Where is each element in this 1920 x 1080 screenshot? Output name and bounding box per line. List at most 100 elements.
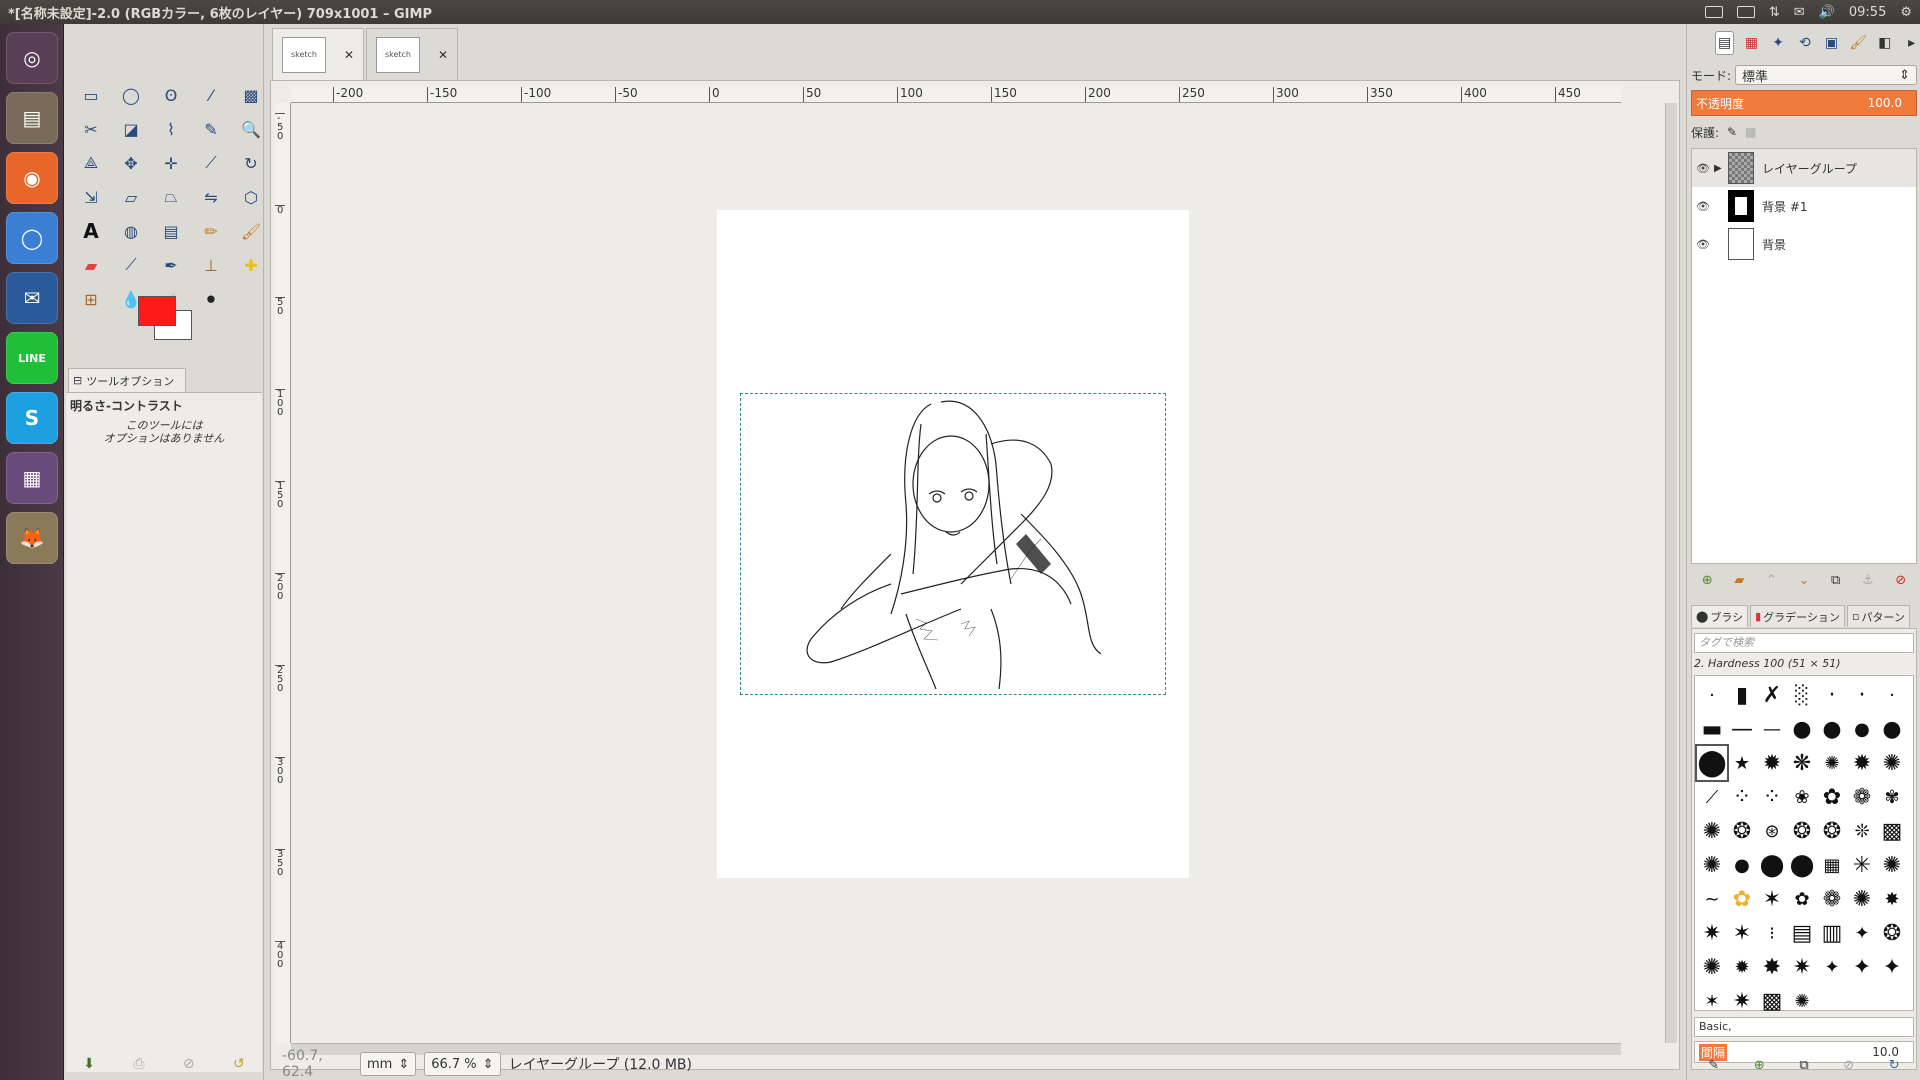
edit-brush-icon[interactable]: ✎ <box>1708 1058 1719 1073</box>
brush-grid[interactable]: · ▮ ✗ ░ · · · ▬ — — ● ● ● ● ⬤ ★ ✹ ❋ ✺ ✹ ✺ ⟋ ⁘ ⁘ ❀ ✿ ❁ ✾ ✺ ❂ ⊛ ❂ ❂ ❊ ▩ ✺ ● ⬤ ⬤ ▦… <box>1694 675 1914 1014</box>
brush-swatch[interactable]: ✺ <box>1847 882 1877 916</box>
image-viewport[interactable] <box>292 104 1621 1044</box>
brush-swatch[interactable]: ⬤ <box>1787 848 1817 882</box>
color-select-icon[interactable]: ▩ <box>238 82 264 108</box>
brush-swatch[interactable]: ✿ <box>1727 882 1757 916</box>
gradient-tab-icon[interactable]: ◧ <box>1876 31 1895 55</box>
brush-swatch[interactable]: ░ <box>1787 678 1817 712</box>
brush-swatch[interactable]: ✷ <box>1697 916 1727 950</box>
launcher-firefox-icon[interactable]: ◉ <box>6 152 58 204</box>
eye-icon[interactable]: 👁 <box>1692 200 1714 213</box>
delete-brush-icon[interactable]: ⊘ <box>1843 1058 1854 1073</box>
zoom-icon[interactable]: 🔍 <box>238 116 264 142</box>
channels-tab-icon[interactable]: ▦ <box>1742 31 1761 55</box>
duplicate-layer-icon[interactable]: ⧉ <box>1831 573 1840 588</box>
save-options-icon[interactable]: ⬇ <box>83 1056 95 1072</box>
layer-row-group[interactable]: 👁 ▶ レイヤーグループ <box>1692 149 1916 187</box>
clock[interactable]: 09:55 <box>1849 5 1886 20</box>
launcher-gimp-icon[interactable]: 🦊 <box>6 512 58 564</box>
brush-preset-select[interactable]: Basic, <box>1694 1017 1914 1037</box>
brush-swatch[interactable]: ~ <box>1697 882 1727 916</box>
brush-swatch[interactable]: ✦ <box>1847 916 1877 950</box>
image-canvas[interactable] <box>717 210 1189 878</box>
brush-swatch[interactable]: ⊛ <box>1757 814 1787 848</box>
brush-swatch[interactable]: ❂ <box>1817 814 1847 848</box>
brush-swatch[interactable]: ● <box>1877 712 1907 746</box>
paths-tab-icon[interactable]: ✦ <box>1769 31 1788 55</box>
foreground-select-icon[interactable]: ◪ <box>118 116 144 142</box>
bucket-fill-icon[interactable]: ◍ <box>118 218 144 244</box>
brush-swatch[interactable]: ✦ <box>1877 950 1907 984</box>
launcher-files-icon[interactable]: ▤ <box>6 92 58 144</box>
opacity-slider[interactable]: 不透明度 100.0 <box>1691 90 1917 116</box>
brush-swatch[interactable]: ❂ <box>1727 814 1757 848</box>
cage-icon[interactable]: ⬡ <box>238 184 264 210</box>
raise-layer-icon[interactable]: ⌃ <box>1766 573 1777 588</box>
brush-swatch[interactable]: ✗ <box>1757 678 1787 712</box>
brush-swatch[interactable]: ✶ <box>1727 916 1757 950</box>
brush-swatch[interactable]: ❁ <box>1847 780 1877 814</box>
paintbrush-icon[interactable]: 🖌 <box>238 218 264 244</box>
zoom-select[interactable]: 66.7 % ⇕ <box>424 1052 501 1076</box>
brush-swatch[interactable]: ▮ <box>1727 678 1757 712</box>
launcher-line-icon[interactable]: LINE <box>6 332 58 384</box>
unit-select[interactable]: mm ⇕ <box>360 1052 417 1076</box>
ellipse-select-icon[interactable]: ◯ <box>118 82 144 108</box>
launcher-dash-icon[interactable]: ◎ <box>6 32 58 84</box>
brush-swatch[interactable]: ▩ <box>1757 984 1787 1018</box>
brush-swatch[interactable]: · <box>1817 678 1847 712</box>
brush-swatch[interactable]: ✿ <box>1817 780 1847 814</box>
close-icon[interactable]: ✕ <box>438 48 448 62</box>
color-picker-icon[interactable]: ✎ <box>198 116 224 142</box>
brush-swatch[interactable]: ✶ <box>1757 882 1787 916</box>
new-layer-icon[interactable]: ⊕ <box>1702 573 1713 588</box>
undo-tab-icon[interactable]: ⟲ <box>1796 31 1815 55</box>
brush-swatch[interactable]: ✺ <box>1697 848 1727 882</box>
lasso-icon[interactable]: ʘ <box>158 82 184 108</box>
brush-swatch[interactable]: ❁ <box>1817 882 1847 916</box>
brush-swatch[interactable]: — <box>1727 712 1757 746</box>
tab-patterns[interactable]: ▫ パターン <box>1846 605 1910 627</box>
duplicate-brush-icon[interactable]: ⧉ <box>1799 1058 1808 1073</box>
brush-swatch[interactable]: ⬤ <box>1757 848 1787 882</box>
scale-icon[interactable]: ⇲ <box>78 184 104 210</box>
vertical-ruler[interactable]: -50 0 50 100 150 200 250 300 350 400 <box>275 103 291 1043</box>
vertical-scrollbar[interactable] <box>1665 103 1677 1043</box>
brush-swatch[interactable]: ● <box>1817 712 1847 746</box>
network-icon[interactable]: ⇅ <box>1769 5 1780 20</box>
flip-icon[interactable]: ⇋ <box>198 184 224 210</box>
airbrush-icon[interactable]: ⟋ <box>118 252 144 278</box>
brush-swatch[interactable]: ▦ <box>1817 848 1847 882</box>
brush-swatch[interactable]: ⁘ <box>1757 780 1787 814</box>
brush-swatch[interactable]: ❂ <box>1787 814 1817 848</box>
brush-swatch[interactable]: ⁝ <box>1757 916 1787 950</box>
tool-options-tab[interactable]: ⊟ ツールオプション <box>68 368 186 392</box>
image-tab[interactable]: sketch ✕ <box>272 28 364 80</box>
battery-icon[interactable] <box>1736 6 1755 18</box>
brush-tab-icon[interactable]: 🖌 <box>1849 31 1868 55</box>
perspective-icon[interactable]: ⏢ <box>158 184 184 210</box>
mail-icon[interactable]: ✉ <box>1794 5 1805 20</box>
rect-select-icon[interactable]: ▭ <box>78 82 104 108</box>
brush-swatch[interactable]: ● <box>1727 848 1757 882</box>
layers-tab-icon[interactable]: ▤ <box>1715 31 1735 55</box>
horizontal-ruler[interactable]: -200 -150 -100 -50 0 50 100 150 200 250 300 350 400 4… <box>291 87 1621 103</box>
brush-swatch[interactable]: ✸ <box>1757 950 1787 984</box>
brush-swatch[interactable]: ✾ <box>1877 780 1907 814</box>
fuzzy-select-icon[interactable]: ⁄ <box>198 82 224 108</box>
restore-options-icon[interactable]: ⎙ <box>133 1056 144 1072</box>
brush-swatch[interactable]: ✹ <box>1847 746 1877 780</box>
brush-swatch[interactable]: ✺ <box>1817 746 1847 780</box>
tab-gradients[interactable]: ▮ グラデーション <box>1750 605 1845 627</box>
brush-swatch[interactable]: ▩ <box>1877 814 1907 848</box>
mode-select[interactable]: 標準 ⇕ <box>1735 65 1917 85</box>
eye-icon[interactable]: 👁 <box>1692 162 1714 175</box>
layer-row[interactable]: 👁 背景 #1 <box>1692 187 1916 225</box>
brush-swatch[interactable]: ✿ <box>1787 882 1817 916</box>
launcher-thunderbird-icon[interactable]: ✉ <box>6 272 58 324</box>
clone-icon[interactable]: ⊥ <box>198 252 224 278</box>
close-icon[interactable]: ✕ <box>344 48 354 62</box>
brush-swatch[interactable]: ✷ <box>1787 950 1817 984</box>
brush-swatch[interactable]: ✺ <box>1787 984 1817 1018</box>
keyboard-icon[interactable] <box>1704 6 1723 18</box>
